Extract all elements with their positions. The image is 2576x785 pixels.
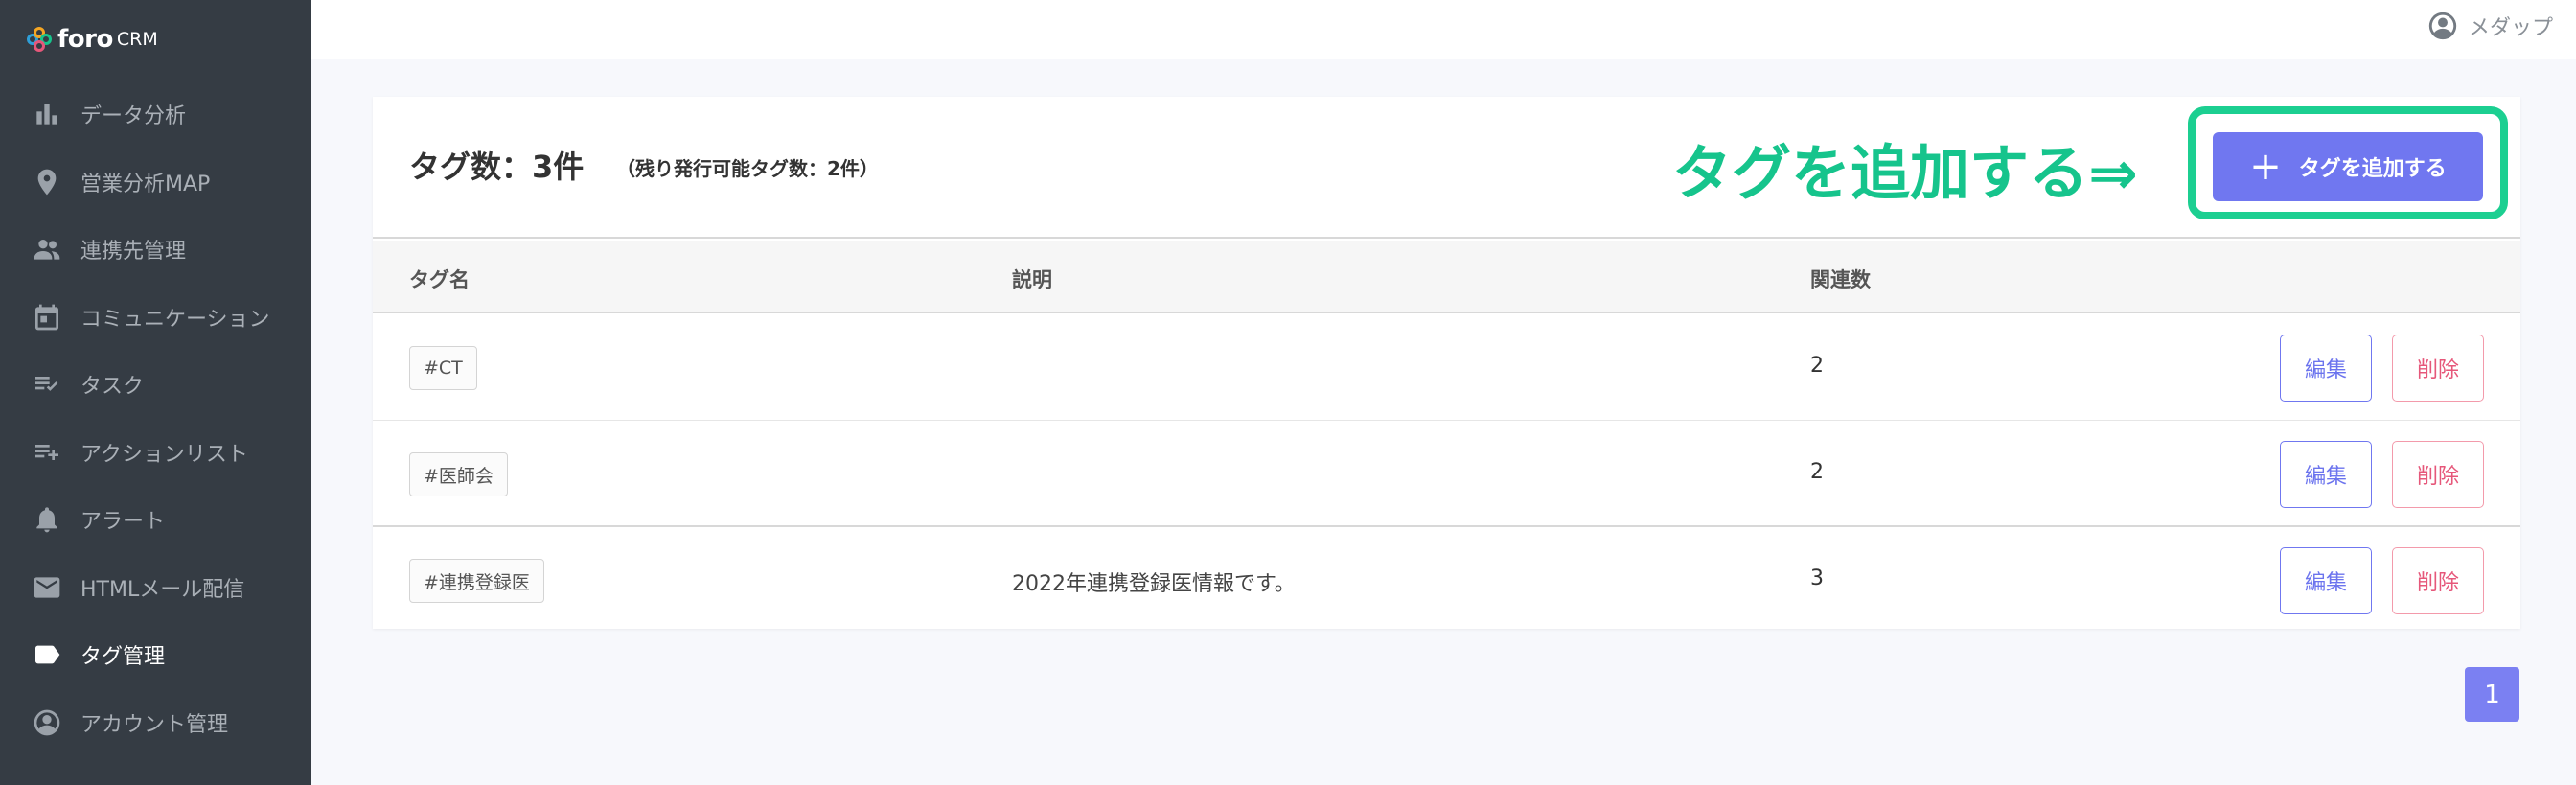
sidebar: foro CRM データ分析 営業分析MAP 連携先管理 コミュニケーション タ… bbox=[0, 0, 311, 785]
sidebar-item-tasks[interactable]: タスク bbox=[0, 351, 311, 419]
tag-count: タグ数：3件 bbox=[409, 149, 585, 185]
edit-button[interactable]: 編集 bbox=[2280, 547, 2372, 614]
tag-chip: #医師会 bbox=[409, 452, 508, 496]
mail-icon bbox=[31, 571, 63, 604]
checklist-icon bbox=[31, 368, 63, 401]
tag-icon bbox=[31, 638, 63, 671]
sidebar-item-label: タグ管理 bbox=[80, 645, 166, 670]
table-row: #CT 2 編集 削除 bbox=[373, 315, 2520, 421]
sidebar-item-sales-map[interactable]: 営業分析MAP bbox=[0, 149, 311, 217]
foro-logo-icon bbox=[27, 27, 52, 52]
sidebar-item-label: データ分析 bbox=[80, 104, 187, 129]
sidebar-item-html-mail[interactable]: HTMLメール配信 bbox=[0, 554, 311, 622]
sidebar-item-data-analysis[interactable]: データ分析 bbox=[0, 81, 311, 149]
map-pin-icon bbox=[31, 166, 63, 198]
column-header-description: 説明 bbox=[1012, 268, 1052, 291]
sidebar-item-action-list[interactable]: アクションリスト bbox=[0, 419, 311, 487]
sidebar-item-label: アカウント管理 bbox=[80, 712, 229, 737]
bar-chart-icon bbox=[31, 98, 63, 130]
sidebar-item-label: タスク bbox=[80, 375, 145, 400]
tag-list-card: タグ数：3件 （残り発行可能タグ数：2件） タグを追加する⇒ + タグを追加する… bbox=[373, 97, 2520, 629]
calendar-icon bbox=[31, 301, 63, 334]
brand-logo[interactable]: foro CRM bbox=[27, 25, 158, 54]
playlist-add-icon bbox=[31, 436, 63, 469]
edit-button[interactable]: 編集 bbox=[2280, 335, 2372, 402]
table-header: タグ名 説明 関連数 bbox=[373, 241, 2520, 313]
column-header-count: 関連数 bbox=[1810, 268, 1871, 291]
sidebar-item-label: アクションリスト bbox=[80, 442, 248, 467]
delete-button[interactable]: 削除 bbox=[2392, 441, 2484, 508]
edit-button[interactable]: 編集 bbox=[2280, 441, 2372, 508]
bell-icon bbox=[31, 503, 63, 536]
sidebar-item-label: コミュニケーション bbox=[80, 307, 270, 332]
account-icon bbox=[31, 706, 63, 739]
card-header: タグ数：3件 （残り発行可能タグ数：2件） タグを追加する⇒ + タグを追加する bbox=[373, 97, 2520, 239]
tag-related-count: 3 bbox=[1810, 566, 1824, 590]
sidebar-item-alerts[interactable]: アラート bbox=[0, 486, 311, 554]
add-tag-button[interactable]: + タグを追加する bbox=[2213, 132, 2483, 201]
sidebar-item-tag-management[interactable]: タグ管理 bbox=[0, 621, 311, 689]
sidebar-item-label: 連携先管理 bbox=[80, 240, 187, 265]
tag-chip: #CT bbox=[409, 346, 477, 390]
tag-related-count: 2 bbox=[1810, 354, 1824, 378]
sidebar-nav: データ分析 営業分析MAP 連携先管理 コミュニケーション タスク アクションリ… bbox=[0, 81, 311, 756]
remaining-tag-count: （残り発行可能タグ数：2件） bbox=[616, 157, 879, 180]
sidebar-item-label: アラート bbox=[80, 510, 166, 535]
delete-button[interactable]: 削除 bbox=[2392, 335, 2484, 402]
account-circle-icon bbox=[2428, 12, 2457, 40]
sidebar-item-partners[interactable]: 連携先管理 bbox=[0, 216, 311, 284]
user-name: メダップ bbox=[2468, 16, 2553, 40]
add-tag-button-label: タグを追加する bbox=[2298, 157, 2447, 181]
top-bar: メダップ bbox=[311, 0, 2576, 59]
tag-related-count: 2 bbox=[1810, 460, 1824, 484]
pagination-page-1[interactable]: 1 bbox=[2465, 667, 2519, 722]
column-header-tag-name: タグ名 bbox=[409, 268, 470, 291]
people-icon bbox=[31, 233, 63, 266]
plus-icon: + bbox=[2249, 145, 2282, 189]
tag-description: 2022年連携登録医情報です。 bbox=[1012, 572, 1296, 596]
annotation-text: タグを追加する⇒ bbox=[1672, 138, 2138, 208]
sidebar-item-account[interactable]: アカウント管理 bbox=[0, 689, 311, 757]
table-row: #医師会 2 編集 削除 bbox=[373, 422, 2520, 527]
brand-name: foro bbox=[58, 25, 113, 54]
sidebar-item-label: HTMLメール配信 bbox=[80, 577, 245, 602]
sidebar-item-label: 営業分析MAP bbox=[80, 172, 211, 196]
table-row: #連携登録医 2022年連携登録医情報です。 3 編集 削除 bbox=[373, 528, 2520, 634]
delete-button[interactable]: 削除 bbox=[2392, 547, 2484, 614]
user-menu[interactable]: メダップ bbox=[2426, 10, 2553, 42]
brand-suffix: CRM bbox=[116, 29, 158, 50]
tag-chip: #連携登録医 bbox=[409, 559, 544, 603]
sidebar-item-communication[interactable]: コミュニケーション bbox=[0, 284, 311, 352]
